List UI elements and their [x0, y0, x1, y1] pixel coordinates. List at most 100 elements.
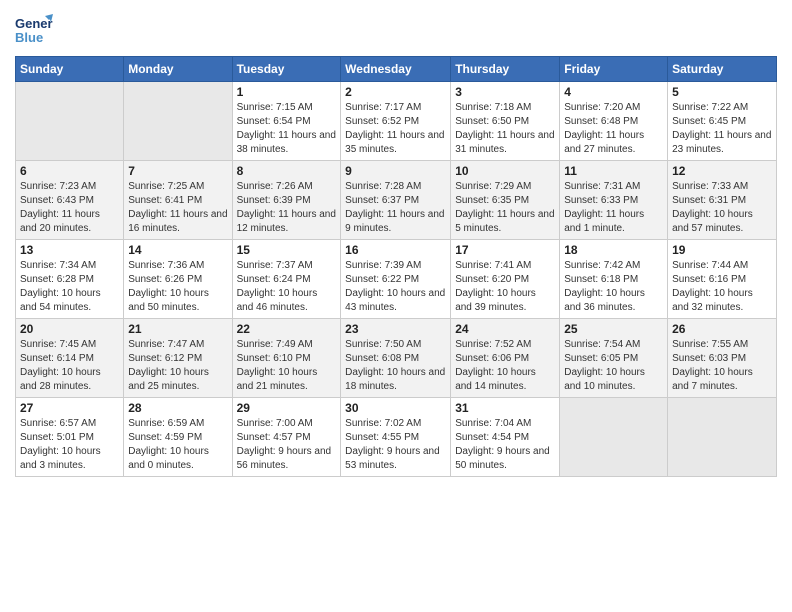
day-number: 27 — [20, 401, 119, 415]
day-number: 24 — [455, 322, 555, 336]
calendar-cell: 1Sunrise: 7:15 AM Sunset: 6:54 PM Daylig… — [232, 82, 341, 161]
day-number: 20 — [20, 322, 119, 336]
day-info: Sunrise: 7:04 AM Sunset: 4:54 PM Dayligh… — [455, 417, 555, 473]
calendar-cell: 31 Sunrise: 7:04 AM Sunset: 4:54 PM Dayli… — [451, 398, 560, 477]
calendar-cell: 9Sunrise: 7:28 AM Sunset: 6:37 PM Daylig… — [341, 161, 451, 240]
day-number: 14 — [128, 243, 227, 257]
day-number: 30 — [345, 401, 446, 415]
day-info: Sunrise: 6:57 AM Sunset: 5:01 PM Dayligh… — [20, 417, 119, 473]
day-info: Sunrise: 7:41 AM Sunset: 6:20 PM Dayligh… — [455, 259, 555, 315]
calendar-cell: 24 Sunrise: 7:52 AM Sunset: 6:06 PM Dayli… — [451, 319, 560, 398]
day-number: 18 — [564, 243, 663, 257]
day-info: Sunrise: 7:36 AM Sunset: 6:26 PM Dayligh… — [128, 259, 227, 315]
header: General Blue — [15, 10, 777, 48]
calendar-cell: 22 Sunrise: 7:49 AM Sunset: 6:10 PM Dayli… — [232, 319, 341, 398]
day-number: 5 — [672, 85, 772, 99]
day-info: Sunrise: 7:22 AM Sunset: 6:45 PM Dayligh… — [672, 101, 772, 157]
calendar-cell: 26 Sunrise: 7:55 AM Sunset: 6:03 PM Dayli… — [668, 319, 777, 398]
calendar-cell: 13 Sunrise: 7:34 AM Sunset: 6:28 PM Dayli… — [16, 240, 124, 319]
day-number: 21 — [128, 322, 227, 336]
day-info: Sunrise: 7:31 AM Sunset: 6:33 PM Dayligh… — [564, 180, 663, 236]
calendar-week-row: 20 Sunrise: 7:45 AM Sunset: 6:14 PM Dayli… — [16, 319, 777, 398]
day-number: 11 — [564, 164, 663, 178]
day-info: Sunrise: 7:45 AM Sunset: 6:14 PM Dayligh… — [20, 338, 119, 394]
svg-text:Blue: Blue — [15, 30, 43, 45]
day-info: Sunrise: 7:39 AM Sunset: 6:22 PM Dayligh… — [345, 259, 446, 315]
day-number: 19 — [672, 243, 772, 257]
day-info: Sunrise: 7:18 AM Sunset: 6:50 PM Dayligh… — [455, 101, 555, 157]
weekday-header: Friday — [560, 57, 668, 82]
day-number: 8 — [237, 164, 337, 178]
day-info: Sunrise: 7:47 AM Sunset: 6:12 PM Dayligh… — [128, 338, 227, 394]
day-number: 15 — [237, 243, 337, 257]
day-number: 17 — [455, 243, 555, 257]
calendar-week-row: 1Sunrise: 7:15 AM Sunset: 6:54 PM Daylig… — [16, 82, 777, 161]
calendar-cell: 14 Sunrise: 7:36 AM Sunset: 6:26 PM Dayli… — [124, 240, 232, 319]
day-number: 29 — [237, 401, 337, 415]
day-number: 10 — [455, 164, 555, 178]
day-number: 6 — [20, 164, 119, 178]
calendar-cell: 16 Sunrise: 7:39 AM Sunset: 6:22 PM Dayli… — [341, 240, 451, 319]
day-info: Sunrise: 7:33 AM Sunset: 6:31 PM Dayligh… — [672, 180, 772, 236]
day-number: 25 — [564, 322, 663, 336]
calendar-cell: 2Sunrise: 7:17 AM Sunset: 6:52 PM Daylig… — [341, 82, 451, 161]
calendar-cell: 5 Sunrise: 7:22 AM Sunset: 6:45 PM Daylig… — [668, 82, 777, 161]
day-info: Sunrise: 7:00 AM Sunset: 4:57 PM Dayligh… — [237, 417, 337, 473]
calendar-cell: 3 Sunrise: 7:18 AM Sunset: 6:50 PM Daylig… — [451, 82, 560, 161]
day-info: Sunrise: 7:26 AM Sunset: 6:39 PM Dayligh… — [237, 180, 337, 236]
day-number: 3 — [455, 85, 555, 99]
calendar-cell: 19 Sunrise: 7:44 AM Sunset: 6:16 PM Dayli… — [668, 240, 777, 319]
calendar-cell: 10 Sunrise: 7:29 AM Sunset: 6:35 PM Dayli… — [451, 161, 560, 240]
logo-icon: General Blue — [15, 10, 53, 48]
calendar-cell: 23Sunrise: 7:50 AM Sunset: 6:08 PM Dayli… — [341, 319, 451, 398]
weekday-header: Saturday — [668, 57, 777, 82]
calendar-cell: 29 Sunrise: 7:00 AM Sunset: 4:57 PM Dayli… — [232, 398, 341, 477]
calendar-cell: 30 Sunrise: 7:02 AM Sunset: 4:55 PM Dayli… — [341, 398, 451, 477]
day-number: 16 — [345, 243, 446, 257]
calendar-week-row: 27 Sunrise: 6:57 AM Sunset: 5:01 PM Dayli… — [16, 398, 777, 477]
page-container: General Blue SundayMondayTuesdayWednesda… — [0, 0, 792, 487]
day-number: 28 — [128, 401, 227, 415]
calendar-cell: 18 Sunrise: 7:42 AM Sunset: 6:18 PM Dayli… — [560, 240, 668, 319]
weekday-header: Tuesday — [232, 57, 341, 82]
calendar-cell: 7 Sunrise: 7:25 AM Sunset: 6:41 PM Daylig… — [124, 161, 232, 240]
calendar-cell: 25Sunrise: 7:54 AM Sunset: 6:05 PM Dayli… — [560, 319, 668, 398]
day-number: 2 — [345, 85, 446, 99]
day-number: 13 — [20, 243, 119, 257]
day-number: 4 — [564, 85, 663, 99]
calendar-cell — [668, 398, 777, 477]
day-number: 23 — [345, 322, 446, 336]
calendar-cell: 17 Sunrise: 7:41 AM Sunset: 6:20 PM Dayli… — [451, 240, 560, 319]
calendar-week-row: 13 Sunrise: 7:34 AM Sunset: 6:28 PM Dayli… — [16, 240, 777, 319]
day-number: 26 — [672, 322, 772, 336]
day-info: Sunrise: 7:20 AM Sunset: 6:48 PM Dayligh… — [564, 101, 663, 157]
day-info: Sunrise: 7:15 AM Sunset: 6:54 PM Dayligh… — [237, 101, 337, 157]
day-info: Sunrise: 7:52 AM Sunset: 6:06 PM Dayligh… — [455, 338, 555, 394]
day-number: 31 — [455, 401, 555, 415]
logo: General Blue — [15, 10, 57, 48]
day-info: Sunrise: 7:25 AM Sunset: 6:41 PM Dayligh… — [128, 180, 227, 236]
day-info: Sunrise: 7:34 AM Sunset: 6:28 PM Dayligh… — [20, 259, 119, 315]
weekday-header-row: SundayMondayTuesdayWednesdayThursdayFrid… — [16, 57, 777, 82]
day-number: 12 — [672, 164, 772, 178]
day-number: 22 — [237, 322, 337, 336]
weekday-header: Thursday — [451, 57, 560, 82]
calendar-cell: 28 Sunrise: 6:59 AM Sunset: 4:59 PM Dayli… — [124, 398, 232, 477]
calendar-cell: 15Sunrise: 7:37 AM Sunset: 6:24 PM Dayli… — [232, 240, 341, 319]
calendar-cell: 8 Sunrise: 7:26 AM Sunset: 6:39 PM Daylig… — [232, 161, 341, 240]
day-info: Sunrise: 7:44 AM Sunset: 6:16 PM Dayligh… — [672, 259, 772, 315]
day-info: Sunrise: 7:49 AM Sunset: 6:10 PM Dayligh… — [237, 338, 337, 394]
day-info: Sunrise: 7:55 AM Sunset: 6:03 PM Dayligh… — [672, 338, 772, 394]
calendar-cell: 27 Sunrise: 6:57 AM Sunset: 5:01 PM Dayli… — [16, 398, 124, 477]
calendar-cell — [124, 82, 232, 161]
calendar-cell: 21 Sunrise: 7:47 AM Sunset: 6:12 PM Dayli… — [124, 319, 232, 398]
day-number: 9 — [345, 164, 446, 178]
calendar-cell: 12 Sunrise: 7:33 AM Sunset: 6:31 PM Dayli… — [668, 161, 777, 240]
day-info: Sunrise: 7:42 AM Sunset: 6:18 PM Dayligh… — [564, 259, 663, 315]
day-info: Sunrise: 6:59 AM Sunset: 4:59 PM Dayligh… — [128, 417, 227, 473]
day-number: 7 — [128, 164, 227, 178]
day-info: Sunrise: 7:02 AM Sunset: 4:55 PM Dayligh… — [345, 417, 446, 473]
day-info: Sunrise: 7:29 AM Sunset: 6:35 PM Dayligh… — [455, 180, 555, 236]
weekday-header: Wednesday — [341, 57, 451, 82]
calendar-cell — [560, 398, 668, 477]
